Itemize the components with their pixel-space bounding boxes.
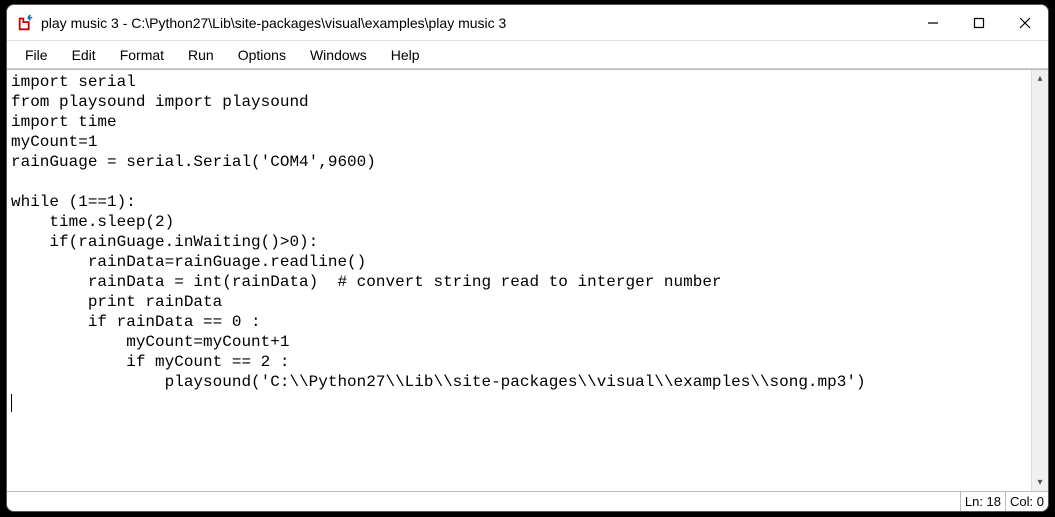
text-cursor — [11, 394, 12, 412]
code-text: import serial from playsound import play… — [11, 73, 866, 391]
statusbar: Ln: 18 Col: 0 — [7, 491, 1048, 511]
menu-options[interactable]: Options — [226, 45, 298, 65]
close-button[interactable] — [1002, 5, 1048, 40]
code-editor[interactable]: import serial from playsound import play… — [7, 70, 1031, 491]
scroll-up-arrow[interactable]: ▴ — [1032, 70, 1048, 87]
minimize-button[interactable] — [910, 5, 956, 40]
app-icon — [17, 14, 35, 32]
window-controls — [910, 5, 1048, 40]
menu-format[interactable]: Format — [108, 45, 176, 65]
status-col: Col: 0 — [1005, 492, 1048, 511]
menu-run[interactable]: Run — [176, 45, 226, 65]
menubar: File Edit Format Run Options Windows Hel… — [7, 41, 1048, 69]
status-line: Ln: 18 — [960, 492, 1005, 511]
maximize-button[interactable] — [956, 5, 1002, 40]
scroll-track[interactable] — [1032, 87, 1048, 474]
vertical-scrollbar[interactable]: ▴ ▾ — [1031, 70, 1048, 491]
menu-file[interactable]: File — [13, 45, 60, 65]
editor-area: import serial from playsound import play… — [7, 69, 1048, 491]
titlebar[interactable]: play music 3 - C:\Python27\Lib\site-pack… — [7, 5, 1048, 41]
menu-edit[interactable]: Edit — [60, 45, 108, 65]
menu-help[interactable]: Help — [379, 45, 432, 65]
menu-windows[interactable]: Windows — [298, 45, 379, 65]
window-title: play music 3 - C:\Python27\Lib\site-pack… — [41, 15, 910, 31]
idle-window: play music 3 - C:\Python27\Lib\site-pack… — [6, 4, 1049, 512]
scroll-down-arrow[interactable]: ▾ — [1032, 474, 1048, 491]
